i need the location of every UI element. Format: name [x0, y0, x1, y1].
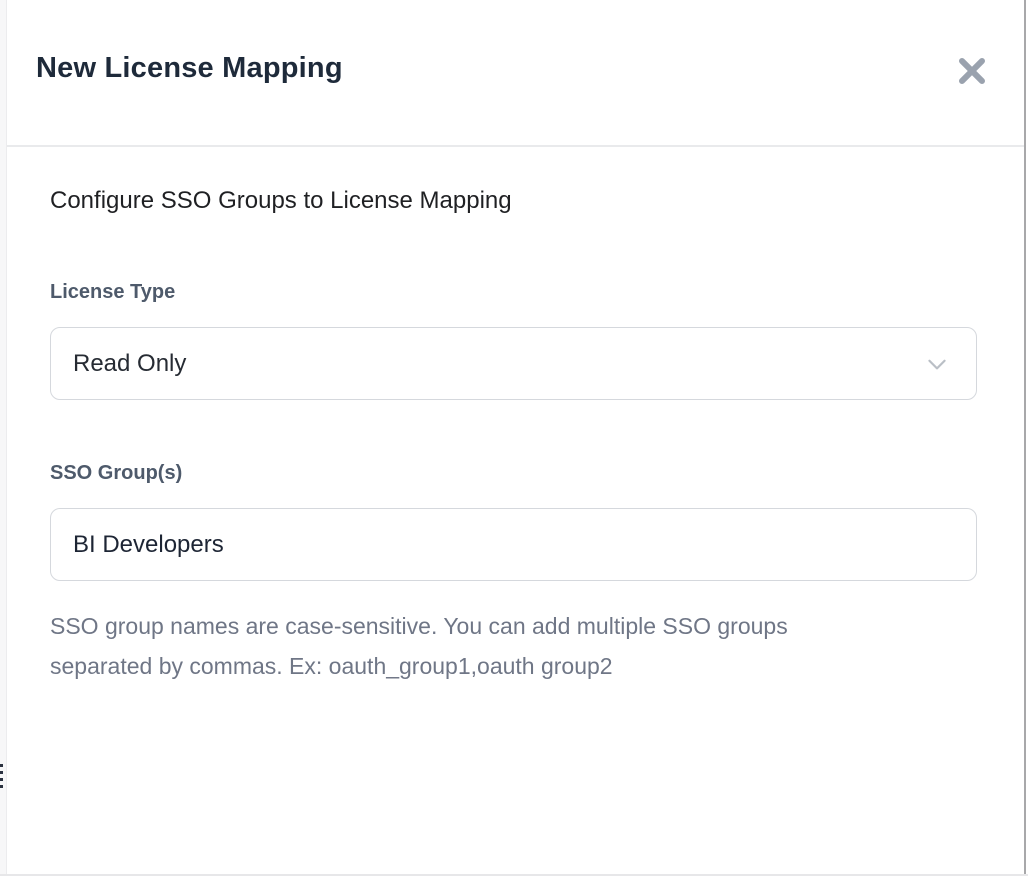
close-icon [957, 56, 987, 86]
screen: New License Mapping Configure SSO Groups… [0, 0, 1028, 876]
chevron-down-icon [924, 351, 950, 377]
modal-body: Configure SSO Groups to License Mapping … [7, 147, 1025, 686]
license-type-select[interactable]: Read Only [50, 327, 977, 400]
modal-subtitle: Configure SSO Groups to License Mapping [50, 186, 977, 216]
background-page-strip [0, 0, 7, 876]
license-type-selected-value: Read Only [73, 350, 186, 378]
sso-groups-help-text: SSO group names are case-sensitive. You … [50, 606, 977, 686]
window-right-edge-line [1024, 0, 1026, 876]
sso-groups-label: SSO Group(s) [50, 461, 977, 486]
modal-header: New License Mapping [7, 0, 1025, 147]
modal-title: New License Mapping [36, 50, 343, 86]
sso-groups-help-line-1: SSO group names are case-sensitive. You … [50, 606, 977, 646]
license-type-label: License Type [50, 280, 977, 305]
new-license-mapping-modal: New License Mapping Configure SSO Groups… [7, 0, 1025, 876]
close-button[interactable] [955, 54, 989, 88]
sso-groups-input[interactable] [50, 508, 977, 581]
sso-groups-help-line-2: separated by commas. Ex: oauth_group1,oa… [50, 646, 977, 686]
background-menu-icon-fragment [0, 764, 3, 792]
